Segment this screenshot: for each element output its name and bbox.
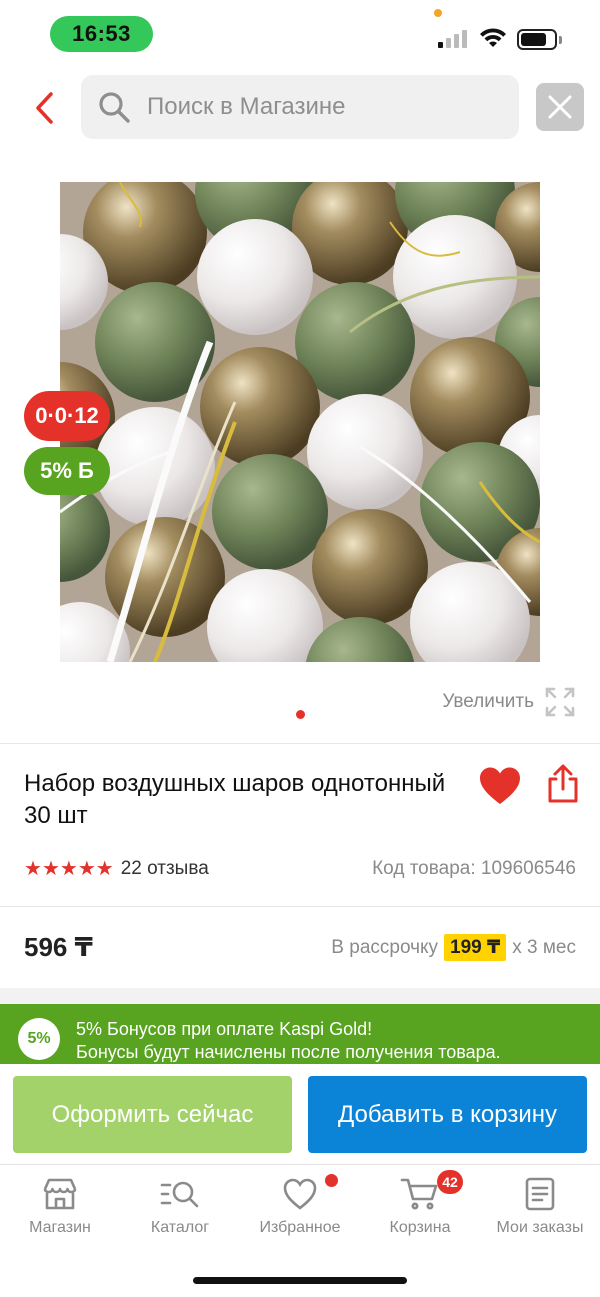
carousel-page-indicator (296, 710, 305, 719)
chevron-left-icon (36, 92, 53, 124)
tab-label: Корзина (389, 1219, 451, 1236)
heart-outline-icon (283, 1178, 317, 1210)
cart-count-badge: 42 (437, 1170, 463, 1194)
star-icon: ★ (59, 858, 78, 880)
tab-orders[interactable]: Мои заказы (480, 1177, 600, 1253)
catalog-search-icon (160, 1181, 199, 1208)
share-button[interactable] (546, 764, 580, 804)
share-icon (548, 764, 578, 803)
wifi-icon (480, 28, 506, 47)
back-button[interactable] (22, 86, 66, 130)
search-box[interactable] (81, 75, 519, 139)
search-header (0, 72, 600, 142)
tab-catalog[interactable]: Каталог (120, 1177, 240, 1253)
tab-label: Каталог (150, 1219, 210, 1236)
bonus-line-2: Бонусы будут начислены после получения т… (76, 1042, 501, 1062)
installment-suffix: х 3 мес (512, 936, 576, 958)
divider (0, 743, 600, 744)
status-time: 16:53 (50, 16, 153, 52)
bonus-banner[interactable]: 5% 5% Бонусов при оплате Kaspi Gold! Бон… (0, 1004, 600, 1064)
installment-info[interactable]: В рассрочку 199 ₸ х 3 мес (331, 934, 576, 961)
buy-now-button[interactable]: Оформить сейчас (13, 1076, 292, 1153)
tab-label: Избранное (259, 1219, 341, 1236)
tab-store[interactable]: Магазин (0, 1177, 120, 1253)
battery-icon (517, 29, 557, 50)
status-bar: 16:53 (0, 0, 600, 66)
installment-amount: 199 ₸ (444, 934, 507, 961)
star-icon: ★ (41, 858, 60, 880)
bonus-text: 5% Бонусов при оплате Kaspi Gold! Бонусы… (76, 1018, 501, 1064)
star-icon: ★ (24, 858, 42, 880)
product-sku: Код товара: 109606546 (372, 858, 576, 879)
privacy-indicator-dot (434, 9, 442, 17)
tab-label: Мои заказы (496, 1219, 584, 1236)
clear-search-button[interactable] (536, 83, 584, 131)
balloons-photo (60, 182, 540, 662)
star-icon: ★ (77, 858, 96, 880)
orders-list-icon (525, 1177, 555, 1211)
bonus-line-1: 5% Бонусов при оплате Kaspi Gold! (76, 1019, 373, 1039)
installment-prefix: В рассрочку (331, 936, 439, 958)
zoom-button[interactable]: Увеличить (442, 686, 576, 718)
timer-badge: 0·0·12 (24, 391, 110, 441)
product-price: 596 ₸ (24, 932, 93, 962)
tab-label: Магазин (29, 1219, 91, 1236)
section-separator (0, 988, 600, 1004)
tab-favorites[interactable]: Избранное (240, 1177, 360, 1253)
action-bar: Оформить сейчас Добавить в корзину (0, 1064, 600, 1164)
zoom-label: Увеличить (442, 691, 534, 712)
favorite-button[interactable] (478, 766, 522, 808)
store-icon (43, 1178, 77, 1210)
expand-icon (545, 687, 575, 717)
search-input[interactable] (147, 93, 507, 121)
product-image[interactable] (60, 182, 540, 662)
home-indicator[interactable] (193, 1277, 407, 1284)
cellular-signal-icon (438, 30, 467, 48)
bonus-badge: 5% Б (24, 447, 110, 495)
close-icon (548, 95, 572, 119)
divider (0, 906, 600, 907)
rating-stars: ★ ★ ★ ★ ★ (24, 856, 114, 881)
cart-icon (400, 1178, 438, 1210)
favorites-notification-dot (325, 1174, 338, 1187)
reviews-link[interactable]: 22 отзыва (121, 858, 209, 880)
tab-cart[interactable]: Корзина (360, 1177, 480, 1253)
bonus-percent-icon: 5% (18, 1018, 60, 1060)
rating-row[interactable]: ★ ★ ★ ★ ★ 22 отзыва (24, 856, 209, 881)
add-to-cart-button[interactable]: Добавить в корзину (308, 1076, 587, 1153)
search-icon (99, 92, 130, 123)
heart-icon (480, 767, 520, 804)
product-title: Набор воздушных шаров однотонный 30 шт (24, 770, 446, 829)
star-icon: ★ (95, 858, 114, 880)
